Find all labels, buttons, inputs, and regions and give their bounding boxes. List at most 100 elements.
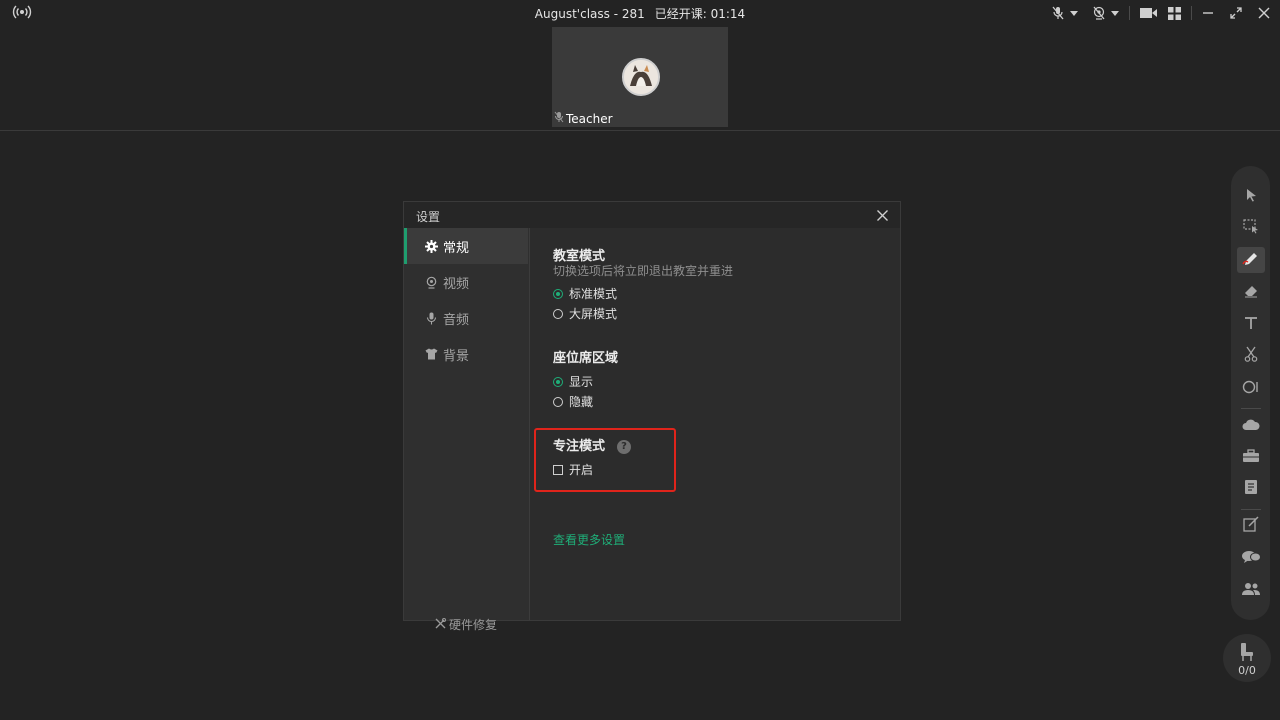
class-timer: 已经开课: 01:14: [654, 7, 746, 21]
sidebar-item-label: 音频: [443, 312, 470, 328]
courseware-tool[interactable]: [1237, 476, 1265, 502]
restore-icon: [1230, 7, 1242, 19]
gear-icon: [424, 239, 438, 253]
participant-name: Teacher: [566, 111, 613, 126]
divider: [1191, 6, 1192, 20]
pointer-icon: [1244, 187, 1258, 206]
checkbox[interactable]: [553, 464, 563, 475]
dialog-header: 设置: [404, 202, 900, 228]
radio-standard-mode[interactable]: 标准模式: [553, 285, 617, 302]
sidebar-item-video[interactable]: 视频: [404, 264, 528, 300]
camera-off-button[interactable]: [1092, 4, 1119, 22]
pointer-tool[interactable]: [1237, 183, 1265, 209]
toolbox-icon: [1242, 448, 1260, 467]
close-window-button[interactable]: [1258, 4, 1270, 22]
divider: [1241, 509, 1261, 510]
sidebar-item-audio[interactable]: 音频: [404, 300, 528, 336]
radio-seat-show[interactable]: 显示: [553, 373, 593, 390]
settings-content: 教室模式 切换选项后将立即退出教室并重进 标准模式 大屏模式 座位席区域 显示 …: [530, 228, 900, 620]
text-tool[interactable]: [1237, 311, 1265, 337]
camera-off-icon: [1092, 6, 1106, 20]
seat-count: 0/0: [1238, 664, 1256, 677]
close-icon: [876, 206, 888, 225]
option-label: 大屏模式: [569, 307, 618, 321]
radio-button[interactable]: [553, 308, 563, 319]
camera-button[interactable]: [1140, 4, 1158, 22]
shape-tool[interactable]: [1237, 375, 1265, 401]
area-select-icon: [1243, 218, 1259, 238]
cloud-tool[interactable]: [1237, 412, 1265, 438]
radio-seat-hide[interactable]: 隐藏: [553, 393, 593, 410]
more-settings-link[interactable]: 查看更多设置: [553, 531, 625, 548]
users-tool[interactable]: [1237, 577, 1265, 603]
checkbox-label: 开启: [569, 463, 594, 477]
radio-big-screen-mode[interactable]: 大屏模式: [553, 305, 617, 322]
classroom-mode-subtitle: 切换选项后将立即退出教室并重进: [553, 264, 734, 278]
focus-mode-label: 专注模式: [553, 439, 606, 454]
dialog-title: 设置: [416, 210, 441, 224]
divider: [0, 130, 1280, 131]
layout-button[interactable]: [1168, 4, 1181, 22]
divider: [1129, 6, 1130, 20]
scissors-icon: [1244, 346, 1258, 366]
grid-icon: [1168, 6, 1181, 20]
scissors-tool[interactable]: [1237, 343, 1265, 369]
chevron-down-icon: [1070, 10, 1078, 16]
toolbox-tool[interactable]: [1237, 444, 1265, 470]
hardware-repair-button[interactable]: 硬件修复: [404, 616, 528, 633]
radio-button[interactable]: [553, 396, 563, 407]
eraser-icon: [1243, 283, 1259, 302]
courseware-icon: [1244, 479, 1258, 499]
topbar-controls: [1051, 4, 1270, 22]
teacher-video-tile[interactable]: Teacher: [552, 27, 728, 127]
whiteboard-toolbar: [1231, 166, 1270, 620]
sidebar-item-label: 背景: [443, 348, 470, 364]
mic-off-icon: [1051, 6, 1065, 20]
chair-icon: [1239, 642, 1255, 666]
avatar: [622, 58, 660, 96]
top-bar: August'class - 281 已经开课: 01:14: [0, 0, 1280, 26]
edit-note-tool[interactable]: [1237, 513, 1265, 539]
radio-button[interactable]: [553, 376, 563, 387]
dialog-close-button[interactable]: [874, 207, 890, 223]
video-label: Teacher: [554, 111, 613, 126]
divider: [1241, 408, 1261, 409]
class-name: August'class - 281: [534, 7, 645, 21]
radio-button[interactable]: [553, 288, 563, 299]
pen-tool[interactable]: [1237, 247, 1265, 273]
hardware-repair-label: 硬件修复: [448, 618, 497, 632]
focus-mode-checkbox[interactable]: 开启: [553, 461, 593, 478]
tools-icon: [435, 617, 446, 632]
help-icon[interactable]: ?: [617, 439, 632, 454]
focus-mode-title: 专注模式?: [553, 435, 632, 454]
microphone-icon: [424, 311, 438, 325]
seat-area-title: 座位席区域: [553, 351, 619, 366]
chevron-down-icon: [1111, 10, 1119, 16]
chat-tool[interactable]: [1237, 545, 1265, 571]
users-icon: [1241, 581, 1261, 600]
mic-off-icon: [554, 111, 564, 126]
eraser-tool[interactable]: [1237, 279, 1265, 305]
cloud-icon: [1242, 416, 1260, 435]
shirt-icon: [424, 347, 438, 361]
minimize-icon: [1202, 7, 1214, 19]
settings-dialog: 设置 常规 视频 音频 背景 硬件修复 教室模式 切换选项后将立即退出教室并重进…: [403, 201, 901, 632]
area-select-tool[interactable]: [1237, 215, 1265, 241]
option-label: 显示: [569, 375, 594, 389]
pen-icon: [1242, 250, 1260, 270]
seat-button[interactable]: 0/0: [1223, 634, 1271, 682]
sidebar-item-general[interactable]: 常规: [404, 228, 528, 264]
option-label: 标准模式: [569, 287, 618, 301]
sidebar-item-label: 视频: [443, 276, 470, 292]
close-icon: [1258, 7, 1270, 19]
settings-sidebar: 常规 视频 音频 背景 硬件修复: [404, 228, 530, 632]
restore-button[interactable]: [1230, 4, 1242, 22]
chat-icon: [1241, 549, 1261, 568]
edit-note-icon: [1243, 516, 1259, 536]
sidebar-item-background[interactable]: 背景: [404, 336, 528, 372]
minimize-button[interactable]: [1202, 4, 1214, 22]
camera-icon: [424, 275, 438, 289]
sidebar-item-label: 常规: [443, 240, 470, 256]
mute-all-mic-button[interactable]: [1051, 4, 1078, 22]
option-label: 隐藏: [569, 395, 594, 409]
